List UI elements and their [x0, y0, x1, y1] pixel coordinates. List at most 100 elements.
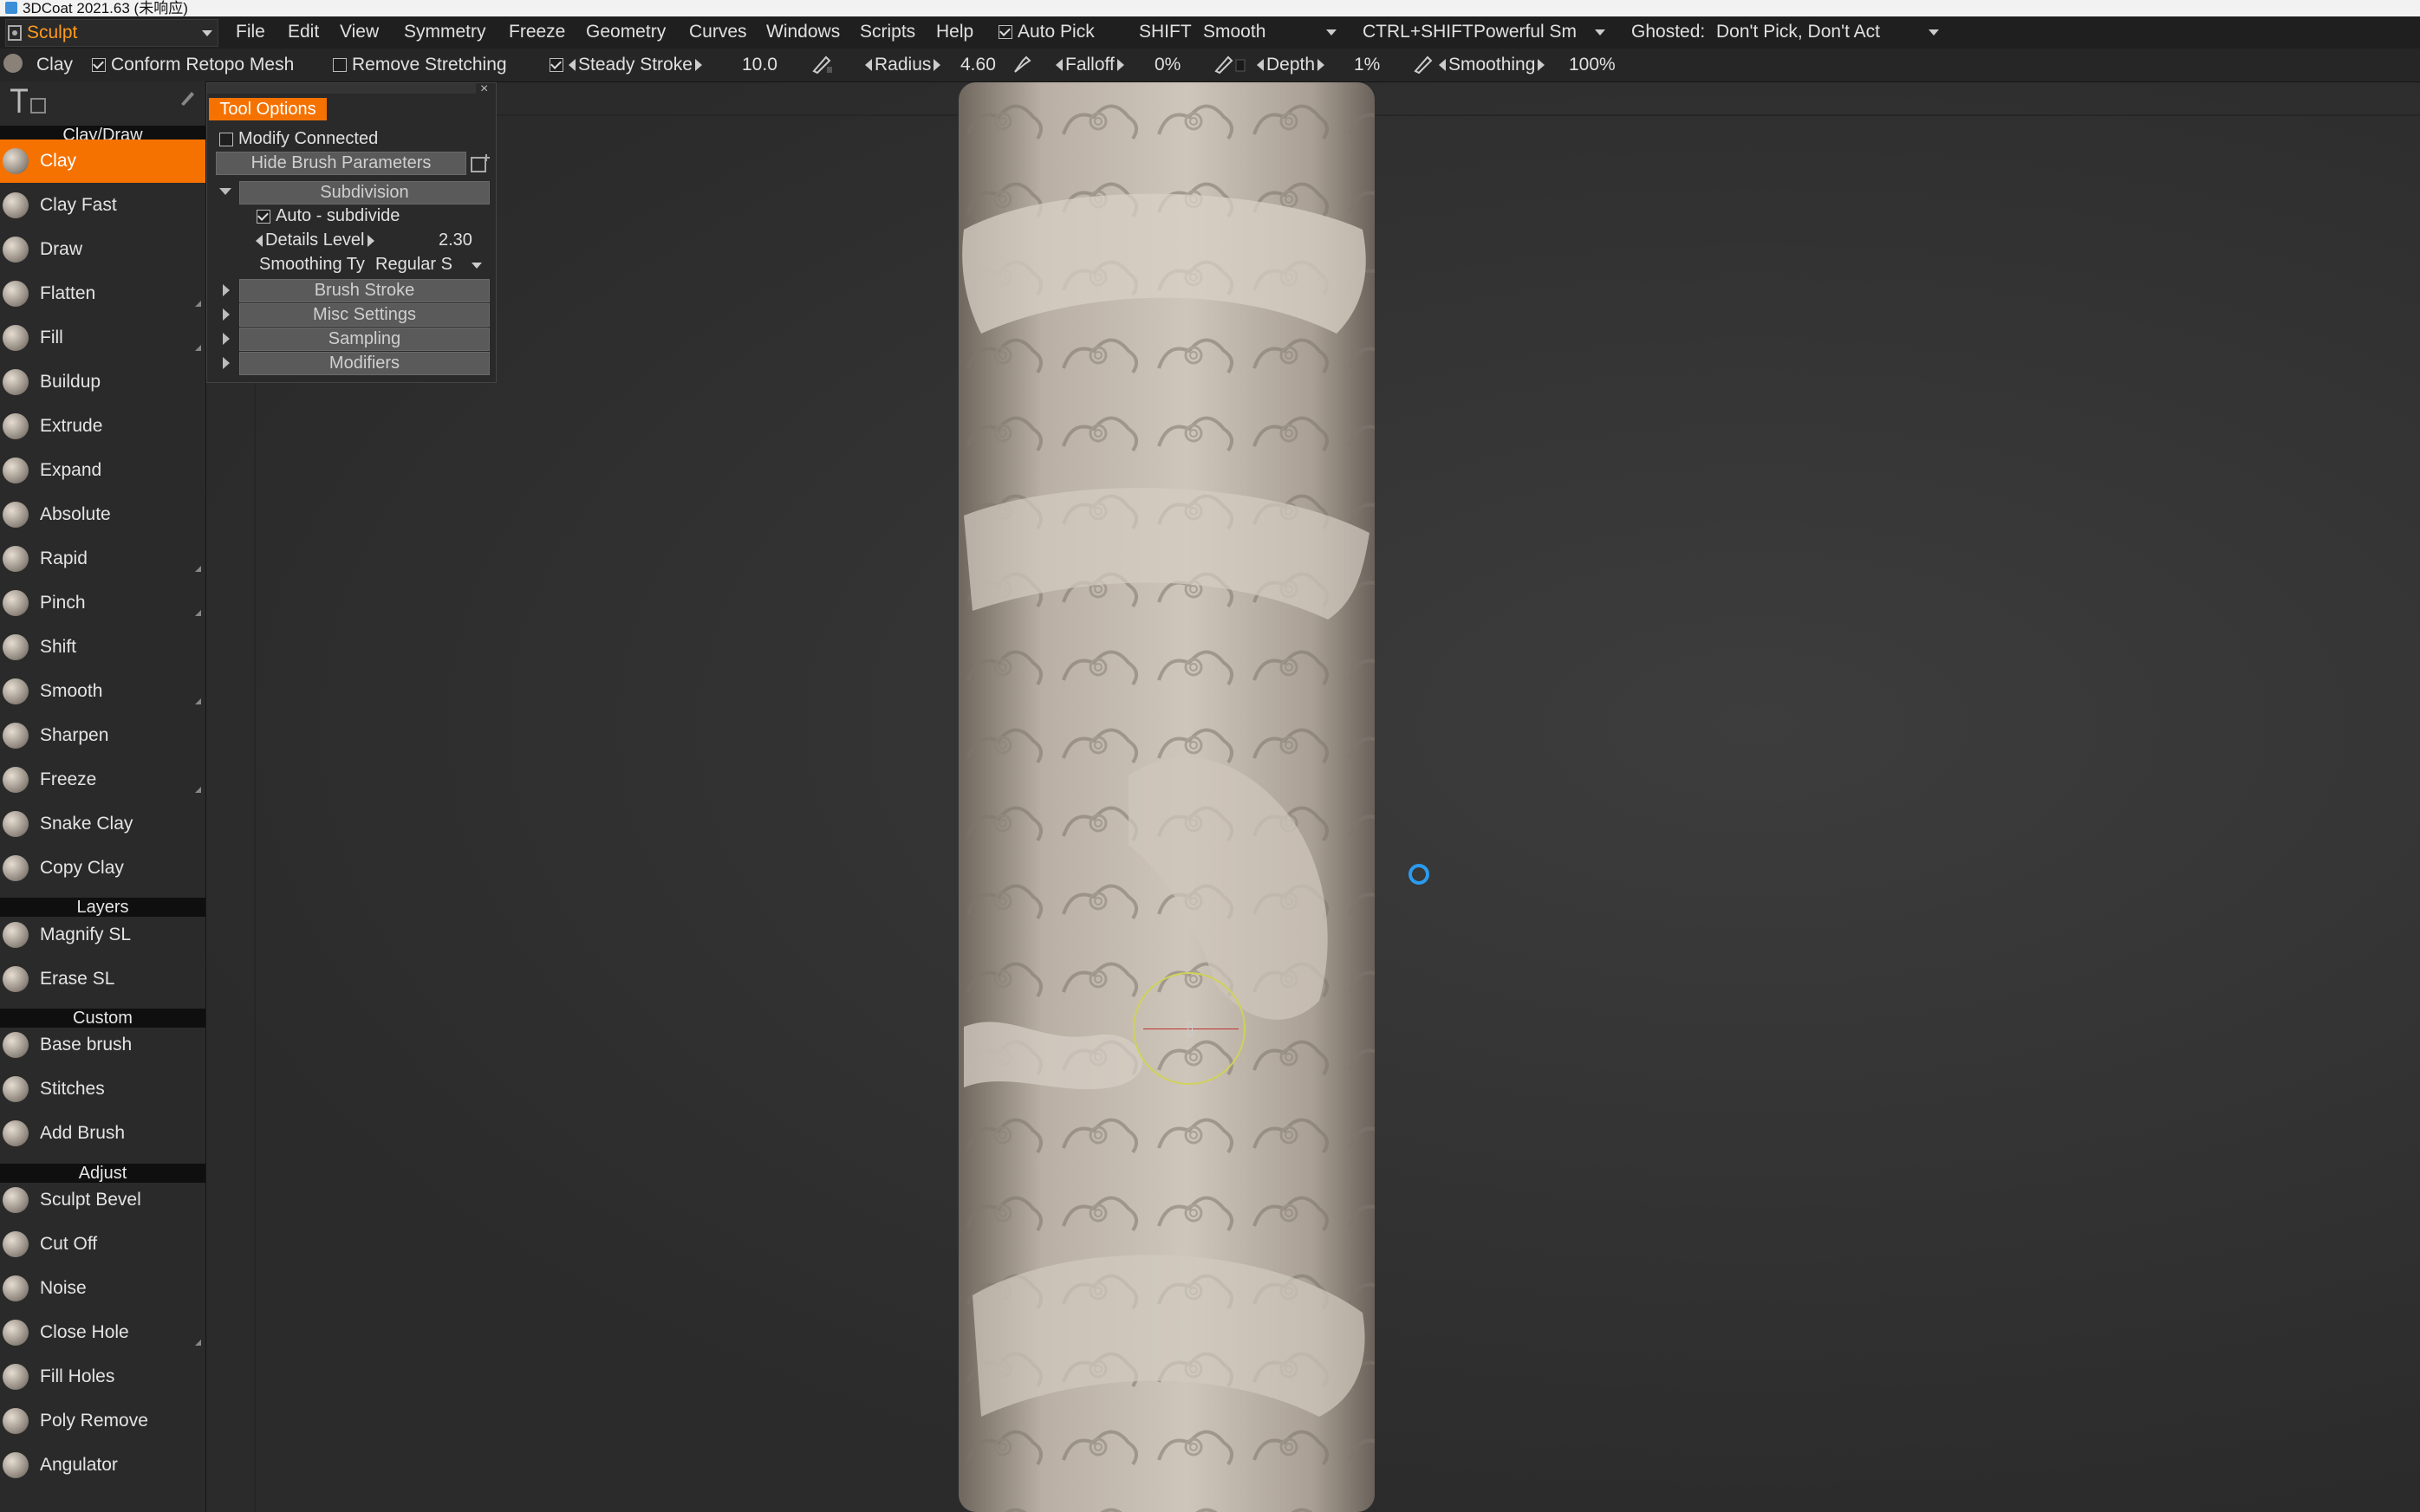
- brush-item-erase-sl[interactable]: Erase SL: [0, 957, 205, 1001]
- decrease-arrow-icon[interactable]: [1439, 59, 1446, 72]
- falloff-control[interactable]: Falloff: [1056, 55, 1124, 75]
- auto-subdivide-checkbox[interactable]: [257, 209, 270, 224]
- misc-settings-section[interactable]: Misc Settings: [239, 303, 490, 327]
- menu-edit[interactable]: Edit: [288, 22, 319, 42]
- details-level-value[interactable]: 2.30: [439, 230, 472, 250]
- smoothing-pen-icon[interactable]: [1413, 54, 1434, 80]
- menu-file[interactable]: File: [236, 22, 265, 42]
- increase-arrow-icon[interactable]: [1116, 59, 1124, 72]
- menu-windows[interactable]: Windows: [766, 22, 840, 42]
- modify-connected-checkbox[interactable]: [219, 132, 233, 146]
- decrease-arrow-icon[interactable]: [256, 234, 263, 247]
- menu-curves[interactable]: Curves: [689, 22, 747, 42]
- modifiers-section[interactable]: Modifiers: [239, 352, 490, 375]
- decrease-arrow-icon[interactable]: [569, 59, 576, 72]
- auto-subdivide-toggle[interactable]: Auto - subdivide: [257, 206, 400, 226]
- increase-arrow-icon[interactable]: [694, 59, 702, 72]
- brush-item-expand[interactable]: Expand: [0, 449, 205, 492]
- decrease-arrow-icon[interactable]: [1257, 59, 1264, 72]
- sampling-section[interactable]: Sampling: [239, 328, 490, 351]
- brush-item-cut-off[interactable]: Cut Off: [0, 1223, 205, 1266]
- falloff-curve-icon[interactable]: [1012, 54, 1033, 80]
- brush-item-draw[interactable]: Draw: [0, 228, 205, 271]
- text-tool-icon[interactable]: [9, 87, 50, 116]
- depth-control[interactable]: Depth: [1257, 55, 1325, 75]
- increase-arrow-icon[interactable]: [1317, 59, 1325, 72]
- sculpted-dragon-pillar[interactable]: [955, 82, 1378, 1512]
- expand-misc-settings-icon[interactable]: [223, 308, 230, 321]
- brush-item-fill-holes[interactable]: Fill Holes: [0, 1355, 205, 1398]
- decrease-arrow-icon[interactable]: [1056, 59, 1063, 72]
- preset-add-icon[interactable]: [469, 152, 491, 175]
- menu-scripts[interactable]: Scripts: [860, 22, 915, 42]
- auto-pick-toggle[interactable]: Auto Pick: [999, 22, 1095, 42]
- steady-stroke-checkbox[interactable]: [550, 58, 563, 73]
- brush-item-sharpen[interactable]: Sharpen: [0, 714, 205, 757]
- brush-item-clay[interactable]: Clay: [0, 140, 205, 183]
- brush-item-add-brush[interactable]: Add Brush: [0, 1112, 205, 1155]
- menu-geometry[interactable]: Geometry: [586, 22, 666, 42]
- falloff-value[interactable]: 0%: [1155, 55, 1181, 75]
- increase-arrow-icon[interactable]: [934, 59, 941, 72]
- steady-stroke-control[interactable]: Steady Stroke: [550, 55, 702, 75]
- brush-item-snake-clay[interactable]: Snake Clay: [0, 802, 205, 846]
- brush-item-noise[interactable]: Noise: [0, 1267, 205, 1310]
- brush-item-freeze[interactable]: Freeze: [0, 758, 205, 801]
- brush-stroke-section[interactable]: Brush Stroke: [239, 279, 490, 302]
- brush-item-stitches[interactable]: Stitches: [0, 1067, 205, 1111]
- details-level-control[interactable]: Details Level: [256, 230, 374, 250]
- smoothing-type-select[interactable]: Regular S: [375, 255, 452, 275]
- conform-retopo-toggle[interactable]: Conform Retopo Mesh: [92, 55, 294, 75]
- brush-item-poly-remove[interactable]: Poly Remove: [0, 1399, 205, 1443]
- expand-modifiers-icon[interactable]: [223, 357, 230, 369]
- brush-item-smooth[interactable]: Smooth: [0, 670, 205, 713]
- increase-arrow-icon[interactable]: [367, 234, 374, 247]
- menu-symmetry[interactable]: Symmetry: [404, 22, 486, 42]
- brush-item-extrude[interactable]: Extrude: [0, 405, 205, 448]
- pen-pressure-icon[interactable]: [811, 54, 834, 80]
- brush-item-angulator[interactable]: Angulator: [0, 1444, 205, 1487]
- ghosted-select[interactable]: Don't Pick, Don't Act: [1716, 22, 1880, 42]
- decrease-arrow-icon[interactable]: [865, 59, 872, 72]
- hide-brush-params-button[interactable]: Hide Brush Parameters: [216, 152, 466, 175]
- expand-brush-stroke-icon[interactable]: [223, 284, 230, 296]
- brush-item-base-brush[interactable]: Base brush: [0, 1023, 205, 1067]
- chevron-down-icon[interactable]: [1326, 29, 1337, 36]
- smoothing-control[interactable]: Smoothing: [1439, 55, 1545, 75]
- smoothing-value[interactable]: 100%: [1569, 55, 1616, 75]
- chevron-down-icon[interactable]: [472, 263, 482, 269]
- chevron-down-icon[interactable]: [1929, 29, 1939, 36]
- room-selector[interactable]: Sculpt: [5, 19, 218, 47]
- brush-item-magnify-sl[interactable]: Magnify SL: [0, 913, 205, 957]
- close-icon[interactable]: ×: [480, 81, 488, 97]
- brush-item-absolute[interactable]: Absolute: [0, 493, 205, 536]
- depth-value[interactable]: 1%: [1354, 55, 1380, 75]
- brush-item-fill[interactable]: Fill: [0, 316, 205, 360]
- ctrl-shift-action-select[interactable]: Powerful Sm: [1473, 22, 1577, 42]
- remove-stretching-toggle[interactable]: Remove Stretching: [333, 55, 507, 75]
- increase-arrow-icon[interactable]: [1538, 59, 1545, 72]
- brush-item-flatten[interactable]: Flatten: [0, 272, 205, 315]
- brush-item-sculpt-bevel[interactable]: Sculpt Bevel: [0, 1178, 205, 1222]
- modify-connected-toggle[interactable]: Modify Connected: [219, 129, 378, 149]
- subdivision-section[interactable]: Subdivision: [239, 181, 490, 204]
- conform-retopo-checkbox[interactable]: [92, 58, 106, 73]
- steady-stroke-value[interactable]: 10.0: [742, 55, 777, 75]
- menu-view[interactable]: View: [340, 22, 379, 42]
- brush-item-clay-fast[interactable]: Clay Fast: [0, 184, 205, 227]
- chevron-down-icon[interactable]: [1595, 29, 1605, 36]
- brush-item-buildup[interactable]: Buildup: [0, 360, 205, 404]
- brush-item-close-hole[interactable]: Close Hole: [0, 1311, 205, 1354]
- brush-item-pinch[interactable]: Pinch: [0, 581, 205, 625]
- auto-pick-checkbox[interactable]: [999, 25, 1012, 40]
- depth-pen-icon[interactable]: [1213, 54, 1248, 80]
- brush-item-rapid[interactable]: Rapid: [0, 537, 205, 581]
- shift-action-select[interactable]: Smooth: [1203, 22, 1265, 42]
- expand-sampling-icon[interactable]: [223, 333, 230, 345]
- brush-icon[interactable]: [178, 88, 197, 107]
- radius-control[interactable]: Radius: [865, 55, 941, 75]
- brush-item-shift[interactable]: Shift: [0, 626, 205, 669]
- expand-subdivision-icon[interactable]: [219, 188, 231, 195]
- tab-tool-options[interactable]: Tool Options: [209, 98, 327, 120]
- brush-item-copy-clay[interactable]: Copy Clay: [0, 847, 205, 890]
